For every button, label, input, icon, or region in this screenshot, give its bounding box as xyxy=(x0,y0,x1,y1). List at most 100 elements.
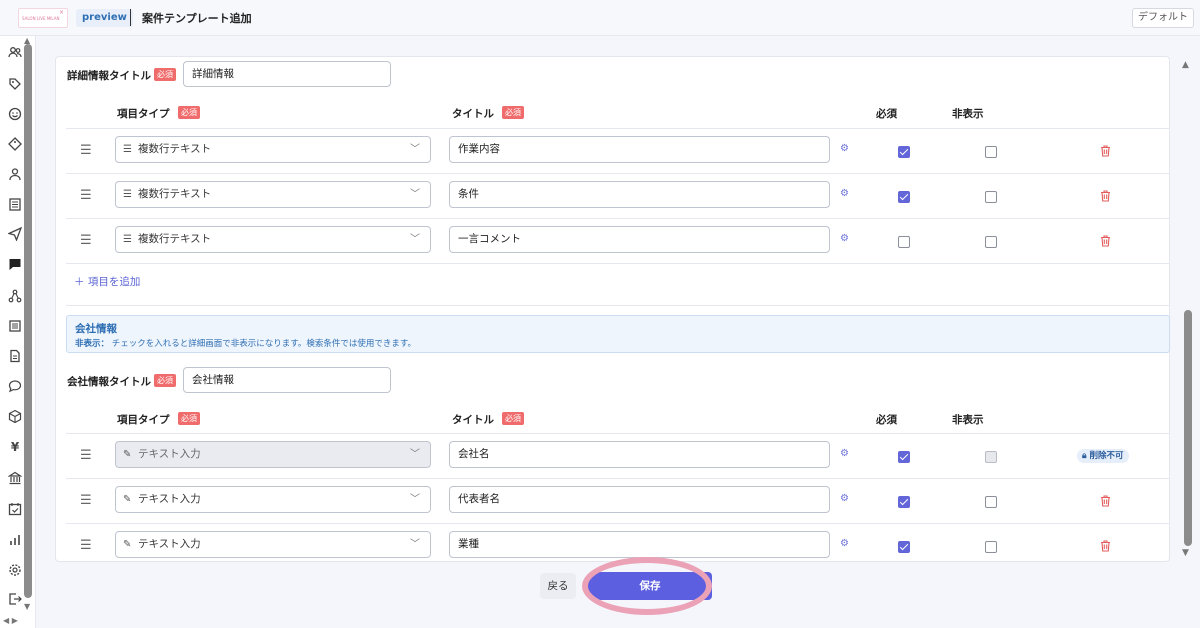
lock-icon: 🔒︎ xyxy=(1082,451,1087,461)
required-checkbox[interactable] xyxy=(898,146,910,158)
drag-handle-icon[interactable]: ☰ xyxy=(80,494,92,508)
drag-handle-icon[interactable]: ☰ xyxy=(80,449,92,463)
page-title: 案件テンプレート追加 xyxy=(142,12,252,25)
item-settings-icon[interactable]: ⚙ xyxy=(840,493,849,504)
required-badge: 必須 xyxy=(502,106,524,119)
col-header-type: 項目タイプ xyxy=(117,108,170,120)
info-note: 非表示： チェックを入れると詳細画面で非表示になります。検索条件では使用できます… xyxy=(75,339,417,349)
right-scrollbar-thumb[interactable] xyxy=(1184,310,1192,546)
col-header-required: 必須 xyxy=(876,108,897,120)
required-badge: 必須 xyxy=(154,68,176,81)
ticket-icon[interactable] xyxy=(8,137,22,151)
hidden-checkbox[interactable] xyxy=(985,191,997,203)
right-scroll-down-arrow[interactable]: ▼ xyxy=(1182,548,1189,558)
document-icon[interactable] xyxy=(8,349,22,363)
row-divider xyxy=(66,263,1170,264)
drag-handle-icon[interactable]: ☰ xyxy=(80,144,92,158)
mode-select[interactable]: デフォルト xyxy=(1132,8,1194,28)
required-checkbox[interactable] xyxy=(898,541,910,553)
delete-trash-icon[interactable] xyxy=(1100,495,1111,507)
network-icon[interactable] xyxy=(8,289,22,303)
delete-trash-icon[interactable] xyxy=(1100,540,1111,552)
back-button[interactable]: 戻る xyxy=(540,573,576,599)
drag-handle-icon[interactable]: ☰ xyxy=(80,234,92,248)
item-settings-icon[interactable]: ⚙ xyxy=(840,143,849,154)
chart-icon[interactable] xyxy=(8,533,22,547)
detail-title-input[interactable]: 詳細情報 xyxy=(183,61,391,87)
logout-icon[interactable] xyxy=(8,592,22,606)
calendar-check-icon[interactable] xyxy=(8,502,22,516)
left-scrollbar-thumb[interactable] xyxy=(24,44,32,598)
users-icon[interactable] xyxy=(8,45,22,59)
chevron-down-icon: ﹀ xyxy=(410,494,420,505)
settings-icon[interactable] xyxy=(8,563,22,577)
item-title-input[interactable]: 作業内容 xyxy=(449,136,830,163)
person-icon[interactable] xyxy=(8,167,22,181)
multiline-text-icon: ☰ xyxy=(123,234,132,245)
hidden-checkbox[interactable] xyxy=(985,236,997,248)
info-notice: 会社情報 非表示： チェックを入れると詳細画面で非表示になります。検索条件では使… xyxy=(66,315,1170,353)
item-type-select[interactable]: ✎ テキスト入力 ﹀ xyxy=(115,531,431,558)
item-type-select[interactable]: ✎ テキスト入力 ﹀ xyxy=(115,486,431,513)
box-icon[interactable] xyxy=(8,409,22,424)
required-checkbox[interactable] xyxy=(898,451,910,463)
multiline-text-icon: ☰ xyxy=(123,189,132,200)
building-icon[interactable] xyxy=(8,197,22,211)
row-divider xyxy=(66,218,1170,219)
item-title-input[interactable]: 一言コメント xyxy=(449,226,830,253)
add-item-button[interactable]: ＋ 項目を追加 xyxy=(74,274,140,289)
required-checkbox[interactable] xyxy=(898,191,910,203)
required-checkbox[interactable] xyxy=(898,496,910,508)
required-badge: 必須 xyxy=(502,412,524,425)
chevron-down-icon: ﹀ xyxy=(410,234,420,245)
right-scroll-up-arrow[interactable]: ▲ xyxy=(1182,60,1189,70)
col-header-title: タイトル xyxy=(452,414,494,426)
delete-trash-icon[interactable] xyxy=(1100,235,1111,247)
delete-trash-icon[interactable] xyxy=(1100,190,1111,202)
item-settings-icon[interactable]: ⚙ xyxy=(840,448,849,459)
col-header-hidden: 非表示 xyxy=(952,414,984,426)
smile-icon[interactable] xyxy=(8,107,22,121)
row-divider xyxy=(66,433,1170,434)
item-settings-icon[interactable]: ⚙ xyxy=(840,188,849,199)
drag-handle-icon[interactable]: ☰ xyxy=(80,189,92,203)
horizontal-scroll-arrows[interactable]: ◀ ▶ xyxy=(3,616,18,625)
hidden-checkbox[interactable] xyxy=(985,146,997,158)
tag-icon[interactable] xyxy=(8,77,22,91)
plus-icon: ＋ xyxy=(74,276,88,288)
col-header-hidden: 非表示 xyxy=(952,108,984,120)
yen-icon[interactable]: ¥ xyxy=(8,440,22,454)
item-type-select[interactable]: ☰ 複数行テキスト ﹀ xyxy=(115,226,431,253)
required-checkbox[interactable] xyxy=(898,236,910,248)
item-title-input[interactable]: 業種 xyxy=(449,531,830,558)
comment-icon[interactable] xyxy=(8,379,22,393)
item-title-input[interactable]: 条件 xyxy=(449,181,830,208)
required-badge: 必須 xyxy=(154,374,176,387)
chevron-down-icon: ﹀ xyxy=(410,539,420,550)
chat-icon[interactable] xyxy=(8,257,22,271)
drag-handle-icon[interactable]: ☰ xyxy=(80,539,92,553)
app-logo[interactable]: SALON LIVE MILAN × xyxy=(18,8,68,28)
top-bar: SALON LIVE MILAN × preview 案件テンプレート追加 デフ… xyxy=(0,0,1200,36)
hidden-checkbox[interactable] xyxy=(985,541,997,553)
row-divider xyxy=(66,173,1170,174)
left-scroll-down-arrow[interactable]: ▼ xyxy=(24,602,30,611)
company-title-input[interactable]: 会社情報 xyxy=(183,367,391,393)
item-type-select[interactable]: ☰ 複数行テキスト ﹀ xyxy=(115,181,431,208)
item-title-input[interactable]: 会社名 xyxy=(449,441,830,468)
bank-icon[interactable] xyxy=(7,471,23,485)
delete-trash-icon[interactable] xyxy=(1100,145,1111,157)
required-badge: 必須 xyxy=(178,412,200,425)
hidden-checkbox[interactable] xyxy=(985,496,997,508)
required-badge: 必須 xyxy=(178,106,200,119)
chevron-down-icon: ﹀ xyxy=(410,189,420,200)
item-type-select[interactable]: ☰ 複数行テキスト ﹀ xyxy=(115,136,431,163)
item-settings-icon[interactable]: ⚙ xyxy=(840,538,849,549)
list-icon[interactable] xyxy=(8,319,22,333)
item-title-input[interactable]: 代表者名 xyxy=(449,486,830,513)
send-icon[interactable] xyxy=(7,226,23,242)
highlight-ring xyxy=(582,557,712,615)
item-settings-icon[interactable]: ⚙ xyxy=(840,233,849,244)
chevron-down-icon: ﹀ xyxy=(410,144,420,155)
logo-mark: × xyxy=(58,9,64,16)
